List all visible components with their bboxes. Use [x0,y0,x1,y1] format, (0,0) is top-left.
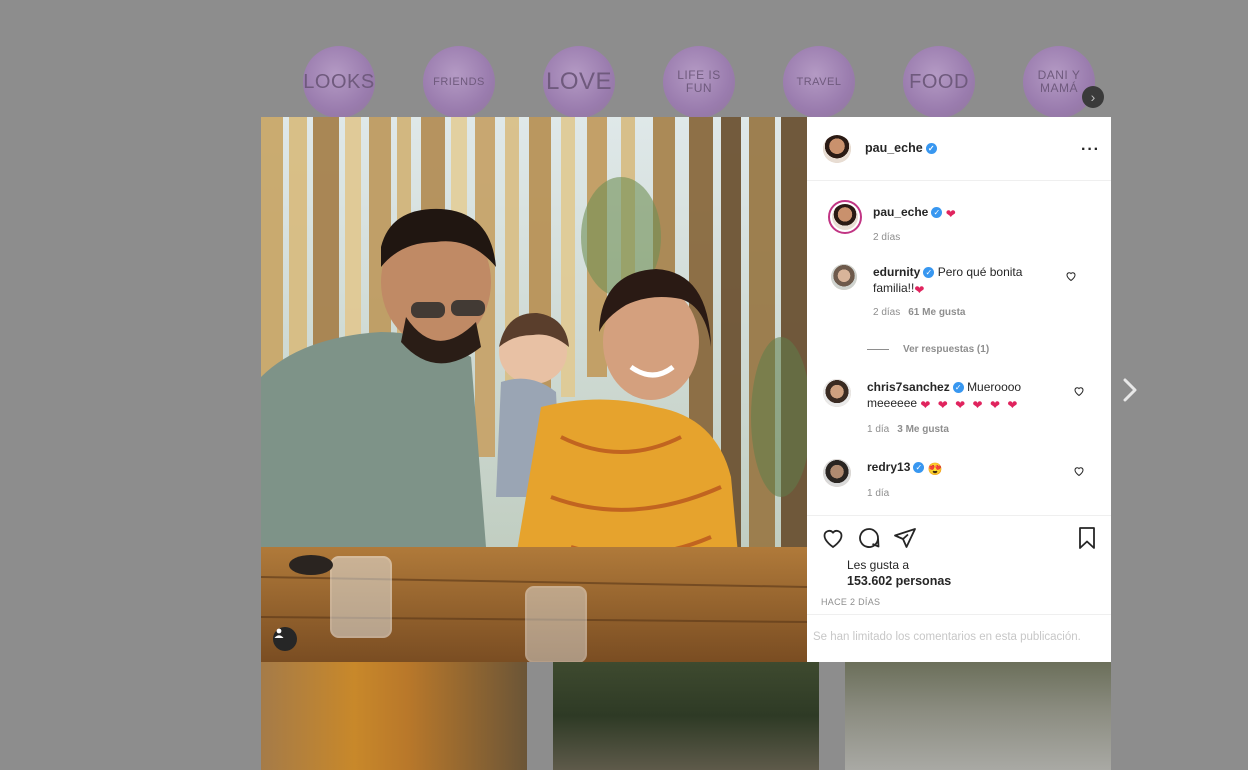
highlight-friends[interactable]: FRIENDS [423,46,495,118]
comment-time: 2 días [873,307,901,318]
comment-avatar[interactable] [831,264,857,290]
comment-time: 1 día [867,488,890,499]
highlight-label: FRIENDS [433,75,485,88]
verified-badge-icon: ✓ [952,382,964,394]
likes-prefix-text: Les gusta a [847,558,910,572]
comment-avatar[interactable] [823,459,851,487]
likes-count-text[interactable]: 153.602 personas [847,574,951,588]
comment-avatar[interactable] [823,379,851,407]
caption: pau_eche ✓ ❤ [873,204,956,222]
author-username-text[interactable]: pau_eche [865,141,923,155]
highlight-label: LIFE IS FUN [677,67,721,95]
comment-likes[interactable]: 3 Me gusta [897,424,949,435]
next-post-chevron-right-icon[interactable] [1120,376,1140,404]
comment-icon[interactable] [857,526,881,550]
comment-edurnity: edurnity ✓ Pero qué bonita familia!!❤ [873,264,1063,298]
grid-thumbnail[interactable] [553,662,819,770]
verified-badge-icon: ✓ [931,207,943,219]
post-side-panel: pau_eche ✓ ··· pau_eche ✓ ❤ 2 días edurnit… [807,117,1111,662]
highlight-love[interactable]: LOVE [543,46,615,118]
comment-redry13: redry13 ✓ 😍 [867,459,1067,477]
verified-badge-icon: ✓ [913,462,925,474]
heart-emoji: ❤ [945,207,956,221]
comment-like-heart-icon[interactable] [1065,270,1077,282]
user-tags-button[interactable] [273,627,297,651]
comment-like-heart-icon[interactable] [1073,465,1085,477]
highlight-food[interactable]: FOOD [903,46,975,118]
highlight-label: FOOD [909,71,969,93]
highlight-life-is-fun[interactable]: LIFE IS FUN [663,46,735,118]
comment-username[interactable]: chris7sanchez [867,380,950,394]
more-options-button[interactable]: ··· [1081,141,1100,159]
author-username[interactable]: pau_eche ✓ [865,141,937,155]
heart-emoji: ❤ [914,283,925,297]
author-avatar[interactable] [823,135,851,163]
caption-username[interactable]: pau_eche [873,205,928,219]
more-options-icon: ··· [1081,141,1100,158]
heart-eyes-emoji: 😍 [927,462,943,476]
user-tag-icon [274,628,284,638]
post-date: HACE 2 DÍAS [821,597,880,607]
view-replies-text[interactable]: Ver respuestas (1) [903,344,989,355]
likes-count[interactable]: 153.602 personas [847,574,951,588]
grid-thumbnail[interactable] [845,662,1111,770]
post-photo [261,117,807,662]
post-header: pau_eche ✓ ··· [807,117,1111,181]
post-date-text: HACE 2 DÍAS [821,597,881,607]
highlight-label: TRAVEL [796,75,842,88]
post-actions: Les gusta a 153.602 personas HACE 2 DÍAS [807,515,1111,615]
grid-thumbnail[interactable] [261,662,527,770]
replies-divider [867,349,889,350]
verified-badge-icon: ✓ [923,267,935,279]
highlight-dani-y-mama[interactable]: DANI Y MAMÁ [1023,46,1095,118]
comment-meta: 1 día 3 Me gusta [867,424,949,435]
comment-time: 1 día [867,424,890,435]
comment-chris7sanchez: chris7sanchez ✓ Mueroooo meeeeee ❤ ❤ ❤ ❤ … [867,379,1067,413]
comment-username[interactable]: edurnity [873,265,920,279]
comments-limited-text: Se han limitado los comentarios en esta … [813,631,1081,643]
hearts-emoji: ❤ ❤ ❤ ❤ ❤ ❤ [920,398,1020,412]
comment-meta: 2 días 61 Me gusta [873,307,966,318]
verified-badge-icon: ✓ [925,143,937,155]
comment-meta: 1 día [867,488,889,499]
chevron-right-icon: › [1090,89,1096,105]
heart-icon[interactable] [821,526,845,550]
share-icon[interactable] [893,526,917,550]
caption-time: 2 días [873,232,900,243]
view-replies-button[interactable]: Ver respuestas (1) [903,344,989,355]
highlight-looks[interactable]: LOOKS [303,46,375,118]
family-photo-illustration [261,117,807,662]
highlight-label: LOVE [545,68,613,95]
comments-limited-notice: Se han limitado los comentarios en esta … [807,614,1111,662]
highlight-label: LOOKS [303,71,375,93]
highlights-next-button[interactable]: › [1082,86,1104,108]
comment-username[interactable]: redry13 [867,460,910,474]
comment-likes[interactable]: 61 Me gusta [908,307,965,318]
comment-like-heart-icon[interactable] [1073,385,1085,397]
likes-prefix: Les gusta a [847,558,909,572]
caption-time-text: 2 días [873,232,901,243]
highlight-travel[interactable]: TRAVEL [783,46,855,118]
story-highlights-row: LOOKS FRIENDS LOVE LIFE IS FUN TRAVEL FO… [0,40,1248,120]
caption-avatar[interactable] [828,200,862,234]
bookmark-icon[interactable] [1075,526,1099,550]
